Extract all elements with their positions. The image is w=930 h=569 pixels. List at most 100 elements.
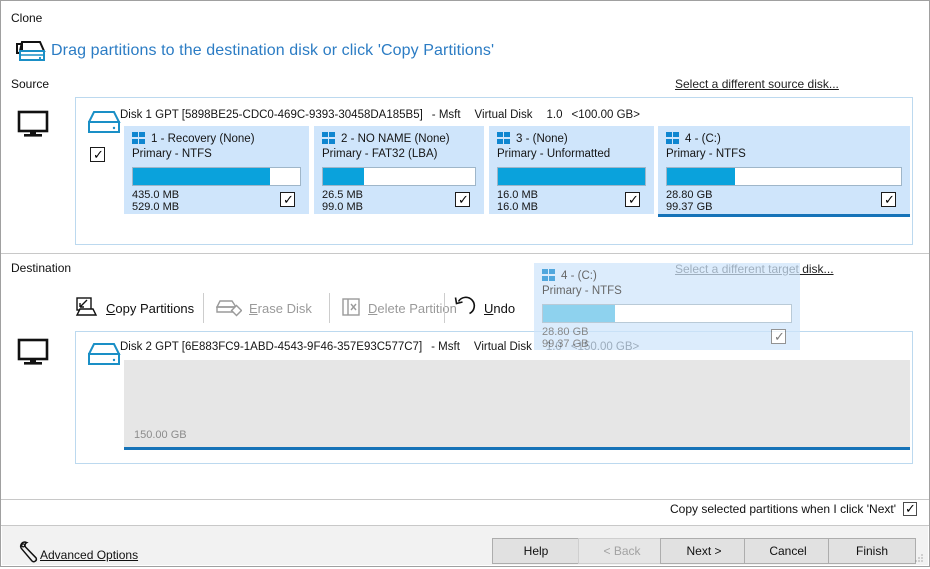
clone-wizard-window: Clone Source Drag partitions to the dest… (0, 0, 930, 567)
partition-used: 28.80 GB (666, 189, 713, 201)
undo-button[interactable]: Undo (451, 289, 515, 327)
partition-usage-bar (497, 167, 646, 186)
toolbar-separator (444, 293, 445, 323)
destination-disk-revision: 1.0 (545, 341, 562, 353)
partition-checkbox[interactable]: ✓ (881, 192, 896, 207)
destination-disk-name: Disk 2 GPT [6E883FC9-1ABD-4543-9F46-357E… (120, 341, 423, 353)
footer-bar: Advanced Options Help < Back Next > Canc… (2, 526, 928, 565)
partition-usage-fill (498, 168, 645, 185)
monitor-icon (15, 337, 51, 367)
partition-subtitle: Primary - NTFS (666, 148, 746, 160)
erase-disk-label: Erase Disk (249, 300, 312, 316)
partition-checkbox[interactable]: ✓ (625, 192, 640, 207)
delete-partition-button[interactable]: Delete Partition (341, 289, 457, 327)
windows-logo-icon (666, 132, 679, 144)
resize-grip[interactable] (914, 552, 924, 562)
disk-icon (87, 108, 124, 136)
copy-partitions-button[interactable]: Copy Partitions (75, 289, 194, 327)
windows-logo-icon (497, 132, 510, 144)
partition-total: 99.37 GB (666, 200, 713, 213)
partition-header-label: 1 - Recovery (None) (151, 133, 255, 145)
partition-total: 99.0 MB (322, 200, 363, 213)
windows-logo-icon (322, 132, 335, 144)
partition-sizes: 28.80 GB 99.37 GB (666, 189, 713, 213)
select-different-target-disk-link[interactable]: Select a different target disk... (675, 262, 834, 276)
partition-sizes: 435.0 MB 529.0 MB (132, 189, 180, 213)
partition-used: 26.5 MB (322, 189, 363, 201)
source-disk-title: Disk 1 GPT [5898BE25-CDC0-469C-9393-3045… (120, 109, 640, 121)
partition-usage-fill (323, 168, 365, 185)
partition-header: 3 - (None) (497, 132, 568, 145)
unallocated-space-label: 150.00 GB (134, 429, 187, 441)
wrench-icon (16, 540, 42, 566)
partition-header-label: 4 - (C:) (561, 270, 597, 282)
toolbar-separator (329, 293, 330, 323)
partition-header: 4 - (C:) (666, 132, 721, 145)
partition-sizes: 16.0 MB 16.0 MB (497, 189, 538, 213)
partition-subtitle: Primary - Unformatted (497, 148, 611, 160)
destination-section-label: Destination (11, 261, 72, 275)
partition-subtitle: Primary - FAT32 (LBA) (322, 148, 438, 160)
partition-sizes: 26.5 MB 99.0 MB (322, 189, 363, 213)
undo-label: Undo (484, 300, 516, 316)
source-disk-model: Virtual Disk (474, 109, 533, 121)
sidebar-source-label: Source (11, 77, 50, 91)
unallocated-space-block[interactable]: 150.00 GB (124, 360, 910, 450)
source-disk-vendor: - Msft (431, 109, 461, 121)
partition-usage-bar (666, 167, 902, 186)
check-icon: ✓ (458, 192, 469, 207)
partition-header-label: 4 - (C:) (685, 133, 721, 145)
partition-header-label: 3 - (None) (516, 133, 568, 145)
copy-on-next-row[interactable]: Copy selected partitions when I click 'N… (670, 501, 917, 516)
check-icon: ✓ (628, 192, 639, 207)
source-partition-strip: 1 - Recovery (None) Primary - NTFS 435.0… (124, 126, 910, 236)
check-icon: ✓ (905, 501, 916, 516)
toolbar-separator (203, 293, 204, 323)
partition-header: 2 - NO NAME (None) (322, 132, 450, 145)
cancel-button[interactable]: Cancel (744, 538, 832, 564)
copy-partitions-label: Copy Partitions (106, 300, 195, 316)
check-icon: ✓ (93, 147, 104, 162)
partition-card[interactable]: 1 - Recovery (None) Primary - NTFS 435.0… (124, 126, 309, 214)
partition-card[interactable]: 3 - (None) Primary - Unformatted 16.0 MB… (489, 126, 654, 214)
erase-disk-button[interactable]: Erase Disk (215, 289, 312, 327)
partition-card[interactable]: 4 - (C:) Primary - NTFS 28.80 GB 99.37 G… (658, 126, 910, 217)
partition-usage-bar (542, 304, 792, 323)
partition-total: 529.0 MB (132, 200, 180, 213)
partition-usage-fill (133, 168, 270, 185)
footer-top-separator (1, 499, 929, 500)
copy-on-next-checkbox[interactable]: ✓ (903, 501, 917, 516)
partition-subtitle: Primary - NTFS (542, 285, 622, 297)
destination-disk-vendor: - Msft (431, 341, 460, 353)
partition-header-label: 2 - NO NAME (None) (341, 133, 450, 145)
next-button[interactable]: Next > (660, 538, 748, 564)
source-disk-revision: 1.0 (546, 109, 563, 121)
partition-usage-fill (667, 168, 735, 185)
advanced-options-link[interactable]: Advanced Options (40, 548, 138, 562)
source-disk-checkbox[interactable]: ✓ (90, 147, 105, 162)
source-disk-capacity: <100.00 GB> (571, 109, 640, 121)
windows-logo-icon (132, 132, 145, 144)
partition-used: 16.0 MB (497, 189, 538, 201)
disk-icon (87, 340, 124, 368)
copy-partitions-icon (75, 296, 99, 321)
partition-checkbox[interactable]: ✓ (455, 192, 470, 207)
monitor-icon (15, 109, 51, 139)
destination-disk-panel[interactable]: Disk 2 GPT [6E883FC9-1ABD-4543-9F46-357E… (75, 331, 913, 464)
partition-card[interactable]: 2 - NO NAME (None) Primary - FAT32 (LBA)… (314, 126, 484, 214)
select-different-source-disk-link[interactable]: Select a different source disk... (675, 77, 839, 91)
delete-partition-icon (341, 297, 361, 320)
disk-drag-icon (13, 39, 49, 67)
finish-button[interactable]: Finish (828, 538, 916, 564)
partition-usage-bar (132, 167, 301, 186)
destination-disk-title: Disk 2 GPT [6E883FC9-1ABD-4543-9F46-357E… (120, 341, 639, 353)
erase-disk-icon (215, 297, 243, 320)
window-title: Clone (11, 11, 43, 25)
partition-checkbox[interactable]: ✓ (280, 192, 295, 207)
help-button[interactable]: Help (492, 538, 580, 564)
source-disk-panel[interactable]: Disk 1 GPT [5898BE25-CDC0-469C-9393-3045… (75, 97, 913, 245)
partition-header: 1 - Recovery (None) (132, 132, 255, 145)
undo-icon (451, 295, 477, 322)
partition-total: 16.0 MB (497, 200, 538, 213)
check-icon: ✓ (283, 192, 294, 207)
